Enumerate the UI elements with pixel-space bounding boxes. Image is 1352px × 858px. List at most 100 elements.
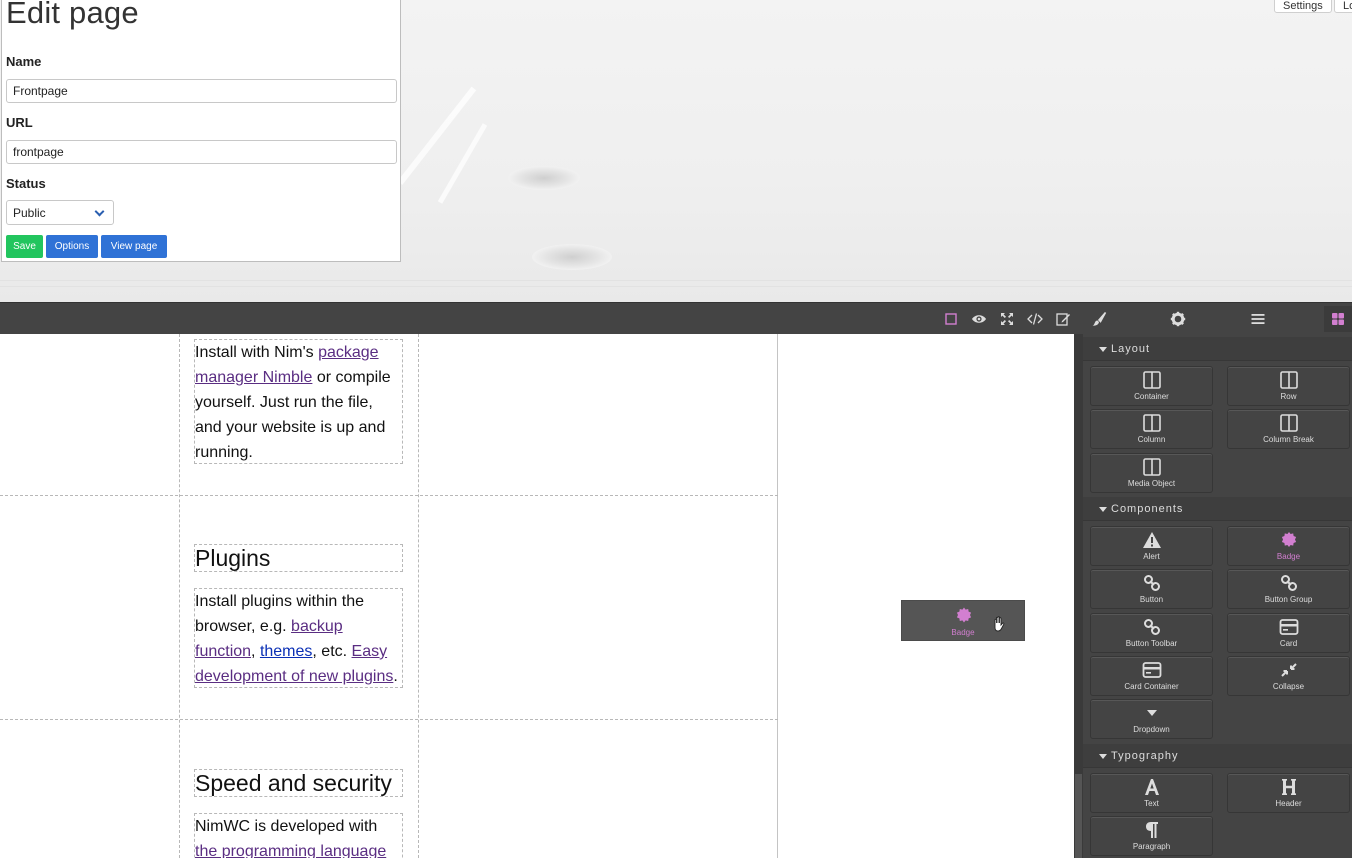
view-page-button[interactable]: View page: [101, 235, 167, 258]
hero-decor-line: [0, 280, 1352, 281]
block-badge[interactable]: Badge: [1227, 526, 1350, 566]
hero-decor-line: [0, 286, 1352, 287]
block-container[interactable]: Container: [1090, 366, 1213, 406]
url-label: URL: [6, 115, 33, 130]
block-header[interactable]: Header: [1227, 773, 1350, 813]
gear-icon[interactable]: [1169, 310, 1187, 328]
name-label: Name: [6, 54, 42, 69]
columns-icon: [1091, 458, 1212, 476]
status-select[interactable]: Public: [6, 200, 114, 225]
editor-canvas[interactable]: Install with Nim's package manager Nimbl…: [0, 334, 1074, 858]
block-label: Column: [1137, 435, 1166, 444]
block-paragraph[interactable]: Paragraph: [1090, 816, 1213, 856]
block-label: Dropdown: [1133, 725, 1170, 734]
hero-decor-lamp: [508, 166, 580, 190]
block-label: Button Toolbar: [1125, 639, 1178, 648]
compress-icon: [1228, 661, 1349, 679]
category-title: Layout: [1111, 343, 1151, 355]
block-label: Media Object: [1127, 479, 1176, 488]
block-column-break[interactable]: Column Break: [1227, 409, 1350, 449]
link-icon: [1091, 574, 1212, 592]
block-button-toolbar[interactable]: Button Toolbar: [1090, 613, 1213, 653]
block-label: Row: [1280, 392, 1297, 401]
block-label: Alert: [1143, 552, 1160, 561]
status-select-value: Public: [13, 206, 46, 220]
speed-heading[interactable]: Speed and security: [194, 769, 403, 797]
code-icon[interactable]: [1026, 310, 1044, 328]
columns-icon: [1228, 414, 1349, 432]
options-button[interactable]: Options: [46, 235, 98, 258]
column-outline: [418, 334, 419, 858]
block-collapse[interactable]: Collapse: [1227, 656, 1350, 696]
plugins-text: ,: [251, 643, 260, 660]
block-label: Column Break: [1263, 435, 1314, 444]
brush-icon[interactable]: [1090, 310, 1108, 328]
plugins-text: .: [393, 668, 398, 685]
save-button[interactable]: Save: [6, 235, 43, 258]
fullscreen-icon[interactable]: [998, 310, 1016, 328]
block-dropdown[interactable]: Dropdown: [1090, 699, 1213, 739]
plugins-heading[interactable]: Plugins: [194, 544, 403, 572]
canvas-scrollbar[interactable]: [1074, 334, 1083, 858]
settings-button[interactable]: Settings: [1274, 0, 1332, 13]
column-outline: [777, 334, 778, 858]
chevron-down-icon: [94, 206, 105, 217]
editor-toolbar: [0, 302, 1352, 334]
columns-icon: [1091, 414, 1212, 432]
block-text[interactable]: Text: [1090, 773, 1213, 813]
speed-paragraph[interactable]: NimWC is developed with the programming …: [194, 813, 403, 858]
category-typography[interactable]: Typography: [1083, 744, 1352, 768]
block-row[interactable]: Row: [1227, 366, 1350, 406]
page-title: Edit page: [6, 0, 139, 30]
block-card-container[interactable]: Card Container: [1090, 656, 1213, 696]
category-title: Components: [1111, 503, 1184, 515]
header-icon: [1228, 778, 1349, 796]
link-icon: [1228, 574, 1349, 592]
link-icon: [1091, 618, 1212, 636]
columns-icon: [1091, 371, 1212, 389]
block-label: Text: [1144, 799, 1159, 808]
paragraph-icon: [1091, 821, 1212, 839]
edit-icon[interactable]: [1054, 310, 1072, 328]
edit-page-panel: Edit page Name URL Status Public Save Op…: [1, 0, 401, 262]
row-outline: [0, 495, 778, 496]
dragged-badge-block[interactable]: Badge: [901, 600, 1025, 641]
block-label: Button: [1139, 595, 1164, 604]
blocks-icon[interactable]: [1324, 306, 1352, 332]
block-card[interactable]: Card: [1227, 613, 1350, 653]
card-icon: [1091, 661, 1212, 679]
block-alert[interactable]: Alert: [1090, 526, 1213, 566]
square-outline-icon[interactable]: [942, 310, 960, 328]
hero-decor-beam: [437, 123, 488, 204]
block-label: Badge: [1276, 552, 1301, 561]
install-paragraph[interactable]: Install with Nim's package manager Nimbl…: [194, 339, 403, 464]
block-column[interactable]: Column: [1090, 409, 1213, 449]
scrollbar-thumb[interactable]: [1075, 774, 1082, 858]
url-field[interactable]: [6, 140, 397, 164]
columns-icon: [1228, 371, 1349, 389]
block-label: Button Group: [1264, 595, 1313, 604]
category-layout[interactable]: Layout: [1083, 337, 1352, 361]
plugins-paragraph[interactable]: Install plugins within the browser, e.g.…: [194, 588, 403, 688]
layers-icon[interactable]: [1249, 310, 1267, 328]
block-button[interactable]: Button: [1090, 569, 1213, 609]
plugins-text: , etc.: [312, 643, 352, 660]
themes-link[interactable]: themes: [260, 643, 312, 660]
font-icon: [1091, 778, 1212, 796]
programming-language-link[interactable]: the programming language: [195, 843, 386, 858]
block-label: Collapse: [1272, 682, 1305, 691]
caret-down-icon: [1099, 347, 1107, 352]
hero-decor-beam: [397, 86, 477, 185]
logout-button[interactable]: Lo: [1334, 0, 1352, 13]
block-button-group[interactable]: Button Group: [1227, 569, 1350, 609]
eye-icon[interactable]: [970, 310, 988, 328]
category-components[interactable]: Components: [1083, 497, 1352, 521]
hero-decor-lamp: [532, 244, 612, 270]
category-title: Typography: [1111, 750, 1179, 762]
block-label: Container: [1134, 392, 1169, 401]
card-icon: [1228, 618, 1349, 636]
block-label: Card: [1279, 639, 1298, 648]
name-field[interactable]: [6, 79, 397, 103]
block-manager: Layout Container Row Column Column Break…: [1083, 334, 1352, 858]
block-media-object[interactable]: Media Object: [1090, 453, 1213, 493]
